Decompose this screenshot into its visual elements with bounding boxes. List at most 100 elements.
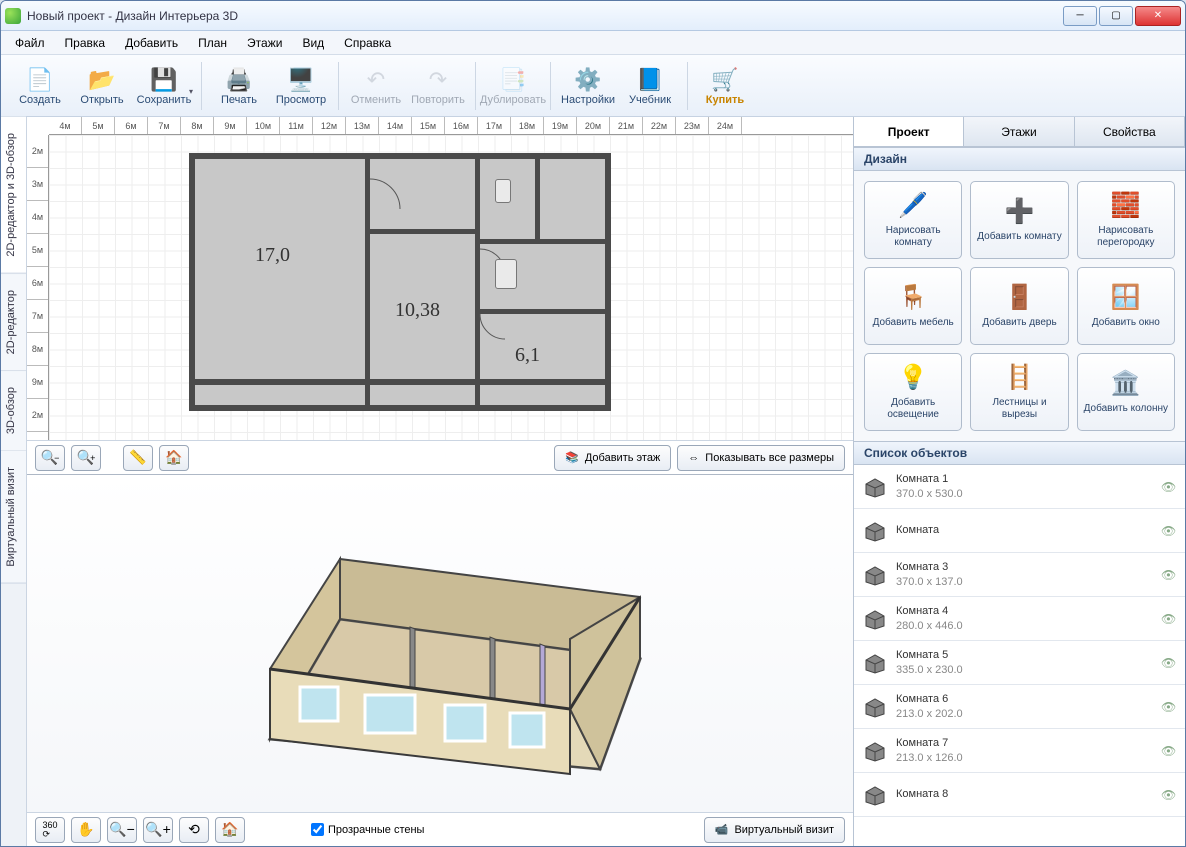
add-door-icon: 🚪	[1004, 283, 1034, 313]
redo-icon: ↷	[424, 66, 452, 94]
toolbar-new-button[interactable]: 📄Создать	[9, 58, 71, 114]
virtual-visit-button[interactable]: 📹Виртуальный визит	[704, 817, 845, 843]
left-tab-1[interactable]: 2D-редактор	[1, 274, 26, 371]
draw-partition-icon: 🧱	[1111, 191, 1141, 221]
design-card-add-light[interactable]: 💡Добавить освещение	[864, 353, 962, 431]
object-row[interactable]: Комната 4280.0 x 446.0👁	[854, 597, 1185, 641]
left-tab-0[interactable]: 2D-редактор и 3D-обзор	[1, 117, 26, 274]
zoom-in-3d-button[interactable]: 🔍+	[143, 817, 173, 843]
home-button[interactable]: 🏠	[159, 445, 189, 471]
panel-tab-2[interactable]: Свойства	[1075, 117, 1185, 146]
toolbar-print-button[interactable]: 🖨️Печать	[208, 58, 270, 114]
design-card-add-room[interactable]: ➕Добавить комнату	[970, 181, 1068, 259]
toolbar-open-button[interactable]: 📂Открыть	[71, 58, 133, 114]
visibility-icon[interactable]: 👁	[1161, 480, 1177, 494]
pan-button[interactable]: ✋	[71, 817, 101, 843]
reset-view-button[interactable]: ⟲	[179, 817, 209, 843]
floor-plan[interactable]: 17,0 10,38 6,1	[189, 153, 611, 411]
zoom-out-button[interactable]: 🔍−	[35, 445, 65, 471]
design-card-add-furniture[interactable]: 🪑Добавить мебель	[864, 267, 962, 345]
design-card-add-column[interactable]: 🏛️Добавить колонну	[1077, 353, 1175, 431]
design-card-stairs[interactable]: 🪜Лестницы и вырезы	[970, 353, 1068, 431]
titlebar: Новый проект - Дизайн Интерьера 3D ─ ▢ ✕	[1, 1, 1185, 31]
cube-icon	[862, 520, 888, 542]
show-dimensions-button[interactable]: ⇔Показывать все размеры	[677, 445, 845, 471]
zoom-out-3d-button[interactable]: 🔍−	[107, 817, 137, 843]
object-row[interactable]: Комната👁	[854, 509, 1185, 553]
fixture-icon	[495, 259, 517, 289]
left-tab-3[interactable]: Виртуальный визит	[1, 451, 26, 584]
room-label-3: 6,1	[515, 344, 540, 367]
visibility-icon[interactable]: 👁	[1161, 744, 1177, 758]
add-light-icon: 💡	[898, 363, 928, 393]
visibility-icon[interactable]: 👁	[1161, 568, 1177, 582]
panel-tab-0[interactable]: Проект	[854, 117, 964, 146]
open-icon: 📂	[88, 66, 116, 94]
menu-Этажи[interactable]: Этажи	[239, 33, 290, 53]
draw-room-icon: 🖊️	[898, 191, 928, 221]
new-icon: 📄	[26, 66, 54, 94]
cube-icon	[862, 696, 888, 718]
add-furniture-icon: 🪑	[898, 283, 928, 313]
menu-Справка[interactable]: Справка	[336, 33, 399, 53]
object-row[interactable]: Комната 8👁	[854, 773, 1185, 817]
design-card-draw-room[interactable]: 🖊️Нарисовать комнату	[864, 181, 962, 259]
toolbar-buy-button[interactable]: 🛒Купить	[694, 58, 756, 114]
buy-icon: 🛒	[711, 66, 739, 94]
app-icon	[5, 8, 21, 24]
add-floor-button[interactable]: 📚Добавить этаж	[554, 445, 671, 471]
menu-Правка[interactable]: Правка	[57, 33, 114, 53]
panel-tab-1[interactable]: Этажи	[964, 117, 1074, 146]
design-grid: 🖊️Нарисовать комнату➕Добавить комнату🧱На…	[854, 171, 1185, 441]
menu-Файл[interactable]: Файл	[7, 33, 53, 53]
app-window: Новый проект - Дизайн Интерьера 3D ─ ▢ ✕…	[0, 0, 1186, 847]
visibility-icon[interactable]: 👁	[1161, 788, 1177, 802]
menu-Добавить[interactable]: Добавить	[117, 33, 186, 53]
rotate-360-button[interactable]: 360⟳	[35, 817, 65, 843]
fixture-icon	[495, 179, 511, 203]
panel-tabs: ПроектЭтажиСвойства	[854, 117, 1185, 147]
cube-icon	[862, 608, 888, 630]
toolbar-3d: 360⟳ ✋ 🔍− 🔍+ ⟲ 🏠 Прозрачные стены 📹Вирту…	[27, 812, 853, 846]
cube-icon	[862, 784, 888, 806]
toolbar-help-button[interactable]: 📘Учебник	[619, 58, 681, 114]
toolbar-preview-button[interactable]: 🖥️Просмотр	[270, 58, 332, 114]
room-label-2: 10,38	[395, 299, 440, 322]
undo-icon: ↶	[362, 66, 390, 94]
close-button[interactable]: ✕	[1135, 6, 1181, 26]
view-3d[interactable]	[27, 475, 853, 812]
object-list: Комната 1370.0 x 530.0👁Комната👁Комната 3…	[854, 465, 1185, 846]
visibility-icon[interactable]: 👁	[1161, 524, 1177, 538]
toolbar-save-button[interactable]: 💾Сохранить▾	[133, 58, 195, 114]
help-icon: 📘	[636, 66, 664, 94]
menu-Вид[interactable]: Вид	[294, 33, 332, 53]
object-row[interactable]: Комната 1370.0 x 530.0👁	[854, 465, 1185, 509]
maximize-button[interactable]: ▢	[1099, 6, 1133, 26]
cube-icon	[862, 564, 888, 586]
design-section-header: Дизайн	[854, 147, 1185, 171]
design-card-add-window[interactable]: 🪟Добавить окно	[1077, 267, 1175, 345]
measure-button[interactable]: 📏	[123, 445, 153, 471]
cube-icon	[862, 476, 888, 498]
zoom-in-button[interactable]: 🔍+	[71, 445, 101, 471]
home-3d-button[interactable]: 🏠	[215, 817, 245, 843]
transparent-walls-checkbox[interactable]: Прозрачные стены	[311, 823, 424, 836]
object-row[interactable]: Комната 5335.0 x 230.0👁	[854, 641, 1185, 685]
visibility-icon[interactable]: 👁	[1161, 700, 1177, 714]
left-tab-2[interactable]: 3D-обзор	[1, 371, 26, 451]
canvas-2d[interactable]: 17,0 10,38 6,1	[49, 135, 853, 440]
visibility-icon[interactable]: 👁	[1161, 656, 1177, 670]
minimize-button[interactable]: ─	[1063, 6, 1097, 26]
object-row[interactable]: Комната 7213.0 x 126.0👁	[854, 729, 1185, 773]
visibility-icon[interactable]: 👁	[1161, 612, 1177, 626]
editor-2d: 4м5м6м7м8м9м10м11м12м13м14м15м16м17м18м1…	[27, 117, 853, 475]
toolbar-settings-button[interactable]: ⚙️Настройки	[557, 58, 619, 114]
design-card-add-door[interactable]: 🚪Добавить дверь	[970, 267, 1068, 345]
settings-icon: ⚙️	[574, 66, 602, 94]
room-label-1: 17,0	[255, 244, 290, 267]
object-row[interactable]: Комната 6213.0 x 202.0👁	[854, 685, 1185, 729]
object-row[interactable]: Комната 3370.0 x 137.0👁	[854, 553, 1185, 597]
menu-План[interactable]: План	[190, 33, 235, 53]
camera-icon: 📹	[715, 823, 729, 836]
design-card-draw-partition[interactable]: 🧱Нарисовать перегородку	[1077, 181, 1175, 259]
